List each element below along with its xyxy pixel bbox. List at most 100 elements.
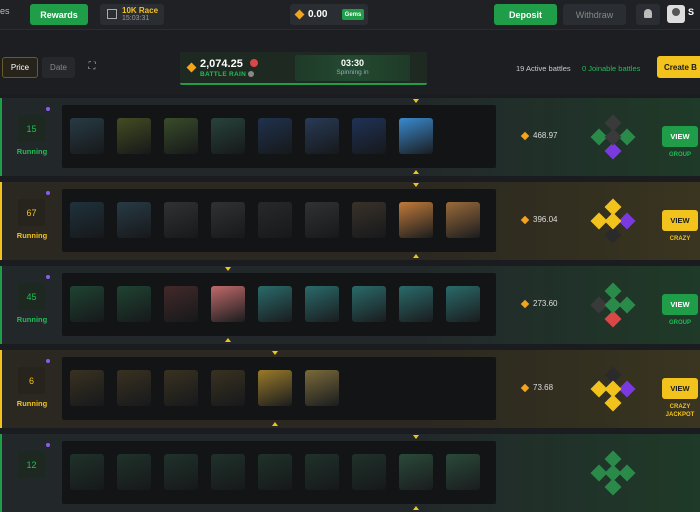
battle-row[interactable]: 6 Running 73.68 VIEW CRAZY JACKPOT — [0, 350, 700, 428]
case-icon — [117, 202, 151, 238]
battle-row[interactable]: 15 Running 468.97 VIEW GROUP — [0, 98, 700, 176]
row-accent-strip — [0, 98, 2, 176]
progress-marker-bottom — [272, 422, 278, 426]
balance-display[interactable]: 0.00 Gems — [290, 4, 368, 25]
progress-marker-top — [413, 183, 419, 187]
view-battle-button[interactable]: VIEW — [662, 378, 698, 399]
battle-row[interactable]: 67 Running 396.04 VIEW CRAZY — [0, 182, 700, 260]
race-timer: 15:03:31 — [122, 15, 150, 22]
case-icon — [258, 454, 292, 490]
progress-marker-top — [413, 435, 419, 439]
battle-status: Running — [16, 231, 48, 240]
gems-badge[interactable]: Gems — [342, 9, 364, 20]
case-icon — [164, 202, 198, 238]
battle-mode-label: GROUP — [668, 152, 691, 158]
progress-marker-bottom — [225, 338, 231, 342]
bell-icon[interactable] — [636, 4, 660, 25]
balance-amount: 0.00 — [308, 9, 328, 20]
coin-icon — [520, 215, 530, 225]
row-accent-strip — [0, 350, 2, 428]
battle-status: Running — [16, 399, 48, 408]
player-slots — [590, 450, 636, 496]
round-count: 45 — [18, 283, 45, 310]
progress-marker-bottom — [413, 506, 419, 510]
case-icon — [446, 454, 480, 490]
coin-icon — [294, 9, 305, 20]
battle-mode-label: CRAZY — [669, 404, 691, 410]
expand-icon[interactable]: ⛶ — [86, 61, 98, 73]
case-icon — [352, 454, 386, 490]
case-icon — [164, 286, 198, 322]
player-slot-icon — [604, 464, 622, 482]
view-battle-button[interactable]: VIEW — [662, 210, 698, 231]
player-slots — [590, 114, 636, 160]
info-icon[interactable] — [248, 71, 254, 77]
case-icon — [70, 118, 104, 154]
create-battle-button[interactable]: Create B — [657, 56, 700, 78]
player-slots — [590, 366, 636, 412]
case-lineup — [62, 267, 496, 342]
sort-date-button[interactable]: Date — [42, 57, 75, 78]
battle-row[interactable]: 45 Running 273.60 VIEW GROUP — [0, 266, 700, 344]
sort-price-button[interactable]: Price — [2, 57, 38, 78]
player-slot-icon — [604, 296, 622, 314]
case-icon — [70, 202, 104, 238]
case-icon — [258, 118, 292, 154]
battle-mode-label-secondary: JACKPOT — [665, 412, 695, 418]
case-icon — [117, 286, 151, 322]
battle-value: 468.97 — [533, 131, 558, 140]
race-button[interactable]: 10K Race 15:03:31 — [100, 4, 164, 25]
case-icon — [258, 370, 292, 406]
player-slot-icon — [604, 212, 622, 230]
round-count: 6 — [18, 367, 45, 394]
case-icon — [305, 286, 339, 322]
case-icon — [399, 202, 433, 238]
rewards-label: Rewards — [40, 9, 78, 20]
case-icon — [164, 454, 198, 490]
progress-marker-bottom — [413, 170, 419, 174]
view-battle-button[interactable]: VIEW — [662, 294, 698, 315]
case-icon — [446, 286, 480, 322]
case-icon — [352, 286, 386, 322]
battle-row[interactable]: 12 — [0, 434, 700, 512]
case-icon — [211, 370, 245, 406]
top-bar: es Rewards 10K Race 15:03:31 0.00 Gems D… — [0, 0, 700, 30]
games-menu[interactable]: es — [0, 6, 10, 16]
deposit-button[interactable]: Deposit — [494, 4, 557, 25]
coin-icon — [520, 131, 530, 141]
case-icon — [258, 286, 292, 322]
rain-label: BATTLE RAIN — [200, 71, 247, 78]
case-icon — [70, 370, 104, 406]
status-dot — [46, 191, 50, 195]
battle-status: Running — [16, 315, 48, 324]
case-icon — [117, 370, 151, 406]
case-lineup — [62, 183, 496, 258]
round-count: 15 — [18, 115, 45, 142]
case-icon — [352, 202, 386, 238]
battle-status: Running — [16, 147, 48, 156]
race-title: 10K Race — [122, 6, 159, 15]
case-icon — [305, 370, 339, 406]
case-icon — [211, 118, 245, 154]
username[interactable]: S — [688, 7, 694, 17]
avatar[interactable] — [667, 5, 685, 23]
rewards-button[interactable]: Rewards — [30, 4, 88, 25]
view-battle-button[interactable]: VIEW — [662, 126, 698, 147]
rain-timer-box: 03:30 Spinning in — [295, 55, 410, 81]
plus-icon[interactable] — [250, 59, 258, 67]
withdraw-button[interactable]: Withdraw — [563, 4, 626, 25]
flag-icon — [107, 9, 117, 19]
case-icon — [399, 118, 433, 154]
progress-marker-top — [272, 351, 278, 355]
case-lineup — [62, 351, 496, 426]
battle-value: 396.04 — [533, 215, 558, 224]
rain-amount: 2,074.25 — [200, 58, 243, 70]
battle-rain-panel[interactable]: 2,074.25 BATTLE RAIN 03:30 Spinning in — [180, 52, 427, 85]
battle-value: 73.68 — [533, 383, 554, 392]
round-count: 12 — [18, 451, 45, 478]
battle-value: 273.60 — [533, 299, 558, 308]
case-lineup — [62, 435, 496, 510]
case-icon — [446, 202, 480, 238]
status-dot — [46, 107, 50, 111]
case-icon — [117, 118, 151, 154]
